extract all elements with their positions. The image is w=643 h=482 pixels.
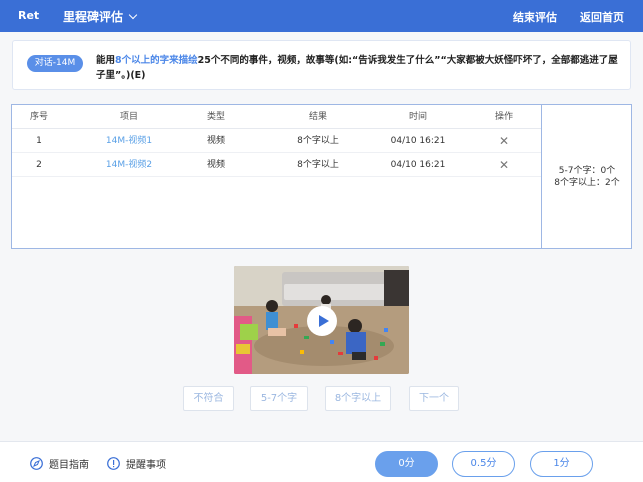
option-not-match-button[interactable]: 不符合 xyxy=(183,386,234,411)
question-card: 对话-14M 能用8个以上的字来描绘25个不同的事件，视频，故事等(如:“告诉我… xyxy=(12,40,631,90)
table-divider xyxy=(541,105,542,248)
row-type: 视频 xyxy=(206,136,225,146)
question-tag: 对话-14M xyxy=(27,55,83,72)
row-time: 04/10 16:21 xyxy=(390,136,446,146)
video-thumbnail[interactable] xyxy=(234,266,409,374)
top-bar: Ret 里程碑评估 结束评估 返回首页 xyxy=(0,0,643,32)
records-table: 序号 项目 类型 结果 时间 操作 1 14M-视频1 视频 8个字以上 04/… xyxy=(11,104,632,249)
reminder-button[interactable]: 提醒事项 xyxy=(107,456,166,471)
header-item: 项目 xyxy=(119,112,138,122)
score-0.5-button[interactable]: 0.5分 xyxy=(452,451,515,477)
back-home-button[interactable]: 返回首页 xyxy=(580,9,624,25)
question-text-highlight: 8个以上的字来描绘 xyxy=(115,55,198,66)
row-item-link[interactable]: 14M-视频1 xyxy=(70,129,188,153)
reminder-label: 提醒事项 xyxy=(126,460,166,471)
milestone-menu-label: 里程碑评估 xyxy=(63,10,124,24)
summary-8-plus: 8个字以上：2个 xyxy=(554,178,620,188)
option-5-7-words-button[interactable]: 5-7个字 xyxy=(250,386,308,411)
compass-icon xyxy=(30,457,43,470)
header-action: 操作 xyxy=(494,112,513,122)
table-row: 2 14M-视频2 视频 8个字以上 04/10 16:21 ✕ xyxy=(12,153,541,177)
summary-5-7: 5-7个字：0个 xyxy=(558,166,616,176)
row-type: 视频 xyxy=(206,160,225,170)
next-button[interactable]: 下一个 xyxy=(409,386,459,411)
guide-button[interactable]: 题目指南 xyxy=(30,456,89,471)
bottom-bar: 题目指南 提醒事项 0分 0.5分 1分 xyxy=(0,441,643,482)
row-time: 04/10 16:21 xyxy=(390,160,446,170)
delete-icon[interactable]: ✕ xyxy=(482,153,526,177)
header-type: 类型 xyxy=(206,112,225,122)
row-no: 2 xyxy=(36,160,42,170)
row-result: 8个字以上 xyxy=(297,160,339,170)
table-row: 1 14M-视频1 视频 8个字以上 04/10 16:21 ✕ xyxy=(12,129,541,153)
option-8-plus-words-button[interactable]: 8个字以上 xyxy=(325,386,391,411)
alert-icon xyxy=(107,457,120,470)
play-icon[interactable] xyxy=(307,306,337,336)
delete-icon[interactable]: ✕ xyxy=(482,129,526,153)
score-0-button[interactable]: 0分 xyxy=(375,451,438,477)
row-result: 8个字以上 xyxy=(297,136,339,146)
milestone-menu[interactable]: 里程碑评估 xyxy=(63,8,138,25)
app-brand: Ret xyxy=(18,9,40,22)
guide-label: 题目指南 xyxy=(49,460,89,471)
table-header: 序号 项目 类型 结果 时间 操作 xyxy=(12,105,541,129)
result-summary: 5-7个字：0个 8个字以上：2个 xyxy=(543,165,631,189)
question-text-pre: 能用 xyxy=(96,55,116,66)
score-1-button[interactable]: 1分 xyxy=(530,451,593,477)
end-assessment-button[interactable]: 结束评估 xyxy=(513,9,557,25)
header-no: 序号 xyxy=(29,112,48,122)
header-result: 结果 xyxy=(308,112,327,122)
row-no: 1 xyxy=(36,136,42,146)
row-item-link[interactable]: 14M-视频2 xyxy=(70,153,188,177)
question-text: 能用8个以上的字来描绘25个不同的事件，视频，故事等(如:“告诉我发生了什么”“… xyxy=(96,53,621,83)
chevron-down-icon xyxy=(128,10,138,20)
header-time: 时间 xyxy=(408,112,427,122)
